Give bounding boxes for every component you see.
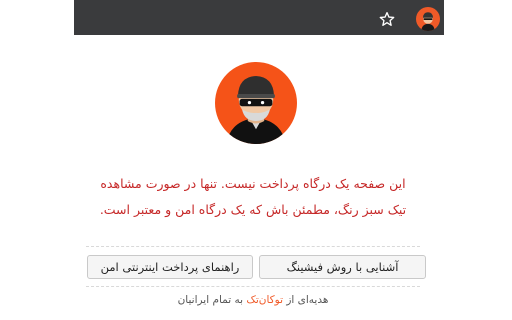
star-icon[interactable] <box>377 9 397 29</box>
extension-avatar-icon[interactable] <box>416 7 440 31</box>
brand-link[interactable]: توکان‌تک <box>246 294 283 306</box>
footer-credit: هدیه‌ای از توکان‌تک به تمام ایرانیان <box>86 294 420 306</box>
warning-line-1: این صفحه یک درگاه پرداخت نیست. تنها در ص… <box>100 176 406 191</box>
warning-line-2: تیک سبز رنگ، مطمئن باش که یک درگاه امن و… <box>99 202 407 217</box>
warning-message: این صفحه یک درگاه پرداخت نیست. تنها در ص… <box>86 171 420 223</box>
phishing-info-button[interactable]: آشنایی با روش فیشینگ <box>259 255 426 279</box>
secure-payment-guide-button[interactable]: راهنمای پرداخت اینترنتی امن <box>87 255 253 279</box>
footer-suffix: به تمام ایرانیان <box>177 294 244 306</box>
divider <box>86 246 420 247</box>
divider <box>86 286 420 287</box>
footer-prefix: هدیه‌ای از <box>286 294 329 306</box>
hacker-avatar-icon <box>215 62 297 144</box>
